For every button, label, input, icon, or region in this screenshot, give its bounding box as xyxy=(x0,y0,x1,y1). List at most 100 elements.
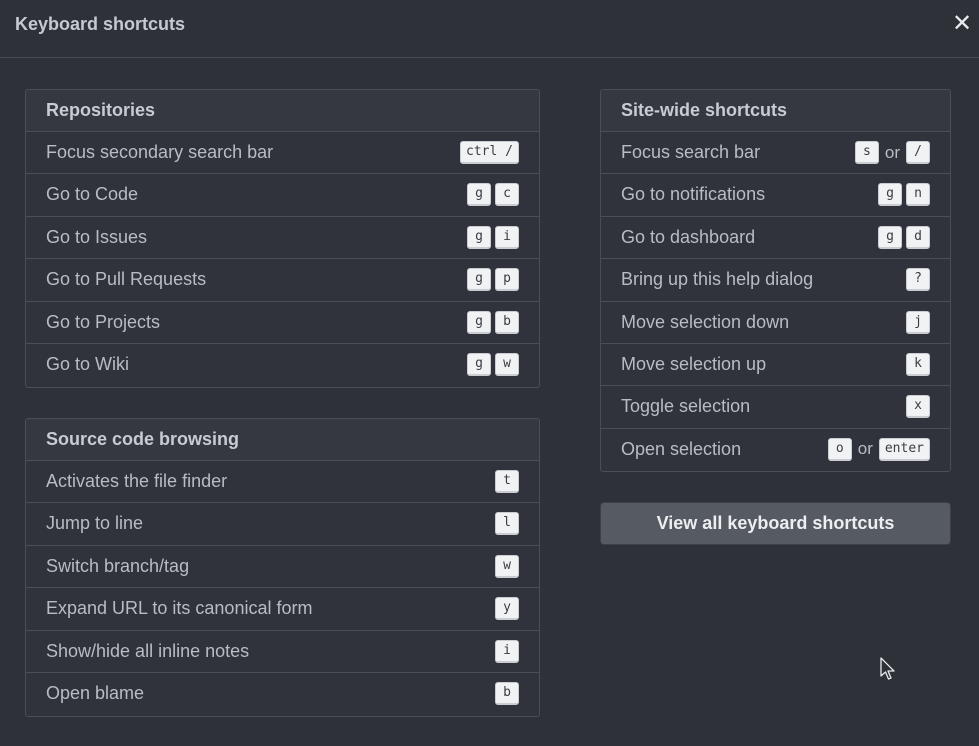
shortcut-row: Switch branch/tag w xyxy=(26,546,539,589)
key-cap: x xyxy=(906,395,930,419)
shortcut-label: Jump to line xyxy=(46,513,144,534)
key-cap: j xyxy=(906,310,930,334)
section-heading: Repositories xyxy=(26,90,539,132)
shortcut-row: Toggle selection x xyxy=(601,386,950,429)
shortcut-keys: gi xyxy=(467,225,519,249)
shortcut-row: Bring up this help dialog? xyxy=(601,259,950,302)
shortcut-keys: gd xyxy=(878,225,930,249)
shortcut-keys: s or / xyxy=(854,141,930,164)
key-cap: enter xyxy=(878,437,930,461)
shortcut-keys: b xyxy=(495,681,519,705)
shortcut-label: Switch branch/tag xyxy=(46,555,190,576)
shortcut-row: Go to notifications g n xyxy=(601,174,950,217)
shortcut-row: Activates the file finder t xyxy=(26,461,539,504)
shortcut-label: Expand URL to its canonical form xyxy=(46,598,313,619)
shortcut-keys: j xyxy=(906,310,930,334)
shortcut-label: Go to Issues xyxy=(46,226,148,247)
shortcut-label: Move selection down xyxy=(621,311,790,332)
shortcut-keys: gb xyxy=(467,310,519,334)
site-wide-shortcuts-section: Site-wide shortcuts Focus search bar s or /… xyxy=(600,89,951,472)
key-cap: g xyxy=(467,225,491,249)
key-cap: n xyxy=(906,183,930,207)
key-cap: g xyxy=(467,268,491,292)
mouse-pointer-icon xyxy=(880,657,895,680)
shortcut-row: Jump to line l xyxy=(26,503,539,546)
shortcut-keys: t xyxy=(495,470,519,493)
shortcut-keys: gp xyxy=(467,268,519,292)
close-icon[interactable]: ✕ xyxy=(951,11,973,37)
key-cap: i xyxy=(495,225,519,249)
view-all-shortcuts-button[interactable]: View all keyboard shortcuts xyxy=(600,502,951,545)
shortcut-row: Go to Code g c xyxy=(26,174,539,217)
shortcut-label: Go to Pull Requests xyxy=(46,269,207,290)
shortcut-label: Go to Wiki xyxy=(46,353,130,374)
key-cap: c xyxy=(495,183,519,207)
key-cap: w xyxy=(495,352,519,376)
key-cap: s xyxy=(854,141,879,164)
shortcut-keys: y xyxy=(495,597,519,621)
shortcut-label: Go to Projects xyxy=(46,311,161,332)
shortcut-label: Open blame xyxy=(46,682,145,703)
shortcut-row: Focus search bar s or / xyxy=(601,132,950,175)
key-cap: i xyxy=(495,639,519,663)
shortcut-keys: gc xyxy=(467,183,519,207)
key-cap: w xyxy=(495,554,519,578)
key-cap: / xyxy=(906,141,930,164)
section-heading: Source code browsing xyxy=(26,419,539,461)
shortcut-label: Move selection up xyxy=(621,353,767,374)
shortcut-label: Activates the file finder xyxy=(46,471,228,491)
key-cap: ? xyxy=(906,268,930,292)
shortcut-keys: k xyxy=(906,352,930,376)
source-code-browsing-section: Source code browsing Activates the file … xyxy=(25,418,540,717)
key-cap: g xyxy=(878,225,902,249)
key-cap: l xyxy=(495,512,519,536)
dialog-title: Keyboard shortcuts xyxy=(15,14,186,34)
shortcut-keys: o or enter xyxy=(827,437,930,461)
shortcut-row: Move selection down j xyxy=(601,302,950,344)
key-cap: t xyxy=(495,470,519,493)
shortcut-row: Open selection o or enter xyxy=(601,429,950,471)
shortcut-label: Toggle selection xyxy=(621,396,751,417)
shortcut-label: Bring up this help dialog xyxy=(621,269,814,290)
shortcut-row: Go to Projects g b xyxy=(26,302,539,344)
keyboard-shortcuts-dialog: Keyboard shortcuts ✕ Repositories Focus … xyxy=(0,0,979,746)
shortcut-row: Go to Pull Requests g p xyxy=(26,259,539,302)
shortcut-row: Expand URL to its canonical form y xyxy=(26,588,539,631)
repositories-section: Repositories Focus secondary search bar c… xyxy=(25,89,540,388)
shortcut-keys: ? xyxy=(906,268,930,292)
shortcut-row: Show/hide all inline notes i xyxy=(26,631,539,673)
key-cap: p xyxy=(495,268,519,292)
shortcut-keys: l xyxy=(495,512,519,536)
shortcut-label: Focus search bar xyxy=(621,142,761,162)
shortcut-label: Go to notifications xyxy=(621,184,766,205)
shortcut-row: Go to Wiki g w xyxy=(26,344,539,386)
key-cap: y xyxy=(495,597,519,621)
shortcut-keys: ctrl / xyxy=(460,141,519,164)
key-cap: g xyxy=(878,183,902,207)
or-separator: or xyxy=(857,439,873,459)
key-cap: d xyxy=(906,225,930,249)
shortcut-keys: gw xyxy=(467,352,519,376)
section-heading: Site-wide shortcuts xyxy=(601,90,950,132)
shortcut-label: Go to dashboard xyxy=(621,226,756,247)
dialog-header: Keyboard shortcuts ✕ xyxy=(0,0,979,58)
key-cap: o xyxy=(827,437,852,461)
shortcut-label: Focus secondary search bar xyxy=(46,142,274,162)
shortcut-keys: i xyxy=(495,639,519,663)
key-cap: k xyxy=(906,352,930,376)
shortcut-row: Move selection up k xyxy=(601,344,950,387)
key-cap: b xyxy=(495,310,519,334)
shortcut-keys: gn xyxy=(878,183,930,207)
key-cap: b xyxy=(495,681,519,705)
shortcut-label: Show/hide all inline notes xyxy=(46,640,250,661)
key-cap: ctrl / xyxy=(460,141,519,164)
shortcut-keys: w xyxy=(495,554,519,578)
shortcut-row: Go to Issues g i xyxy=(26,217,539,260)
shortcut-label: Open selection xyxy=(621,438,742,459)
key-cap: g xyxy=(467,352,491,376)
shortcut-label: Go to Code xyxy=(46,184,139,205)
key-cap: g xyxy=(467,183,491,207)
shortcut-keys: x xyxy=(906,395,930,419)
shortcut-row: Focus secondary search bar ctrl / xyxy=(26,132,539,175)
shortcut-row: Open blame b xyxy=(26,673,539,715)
